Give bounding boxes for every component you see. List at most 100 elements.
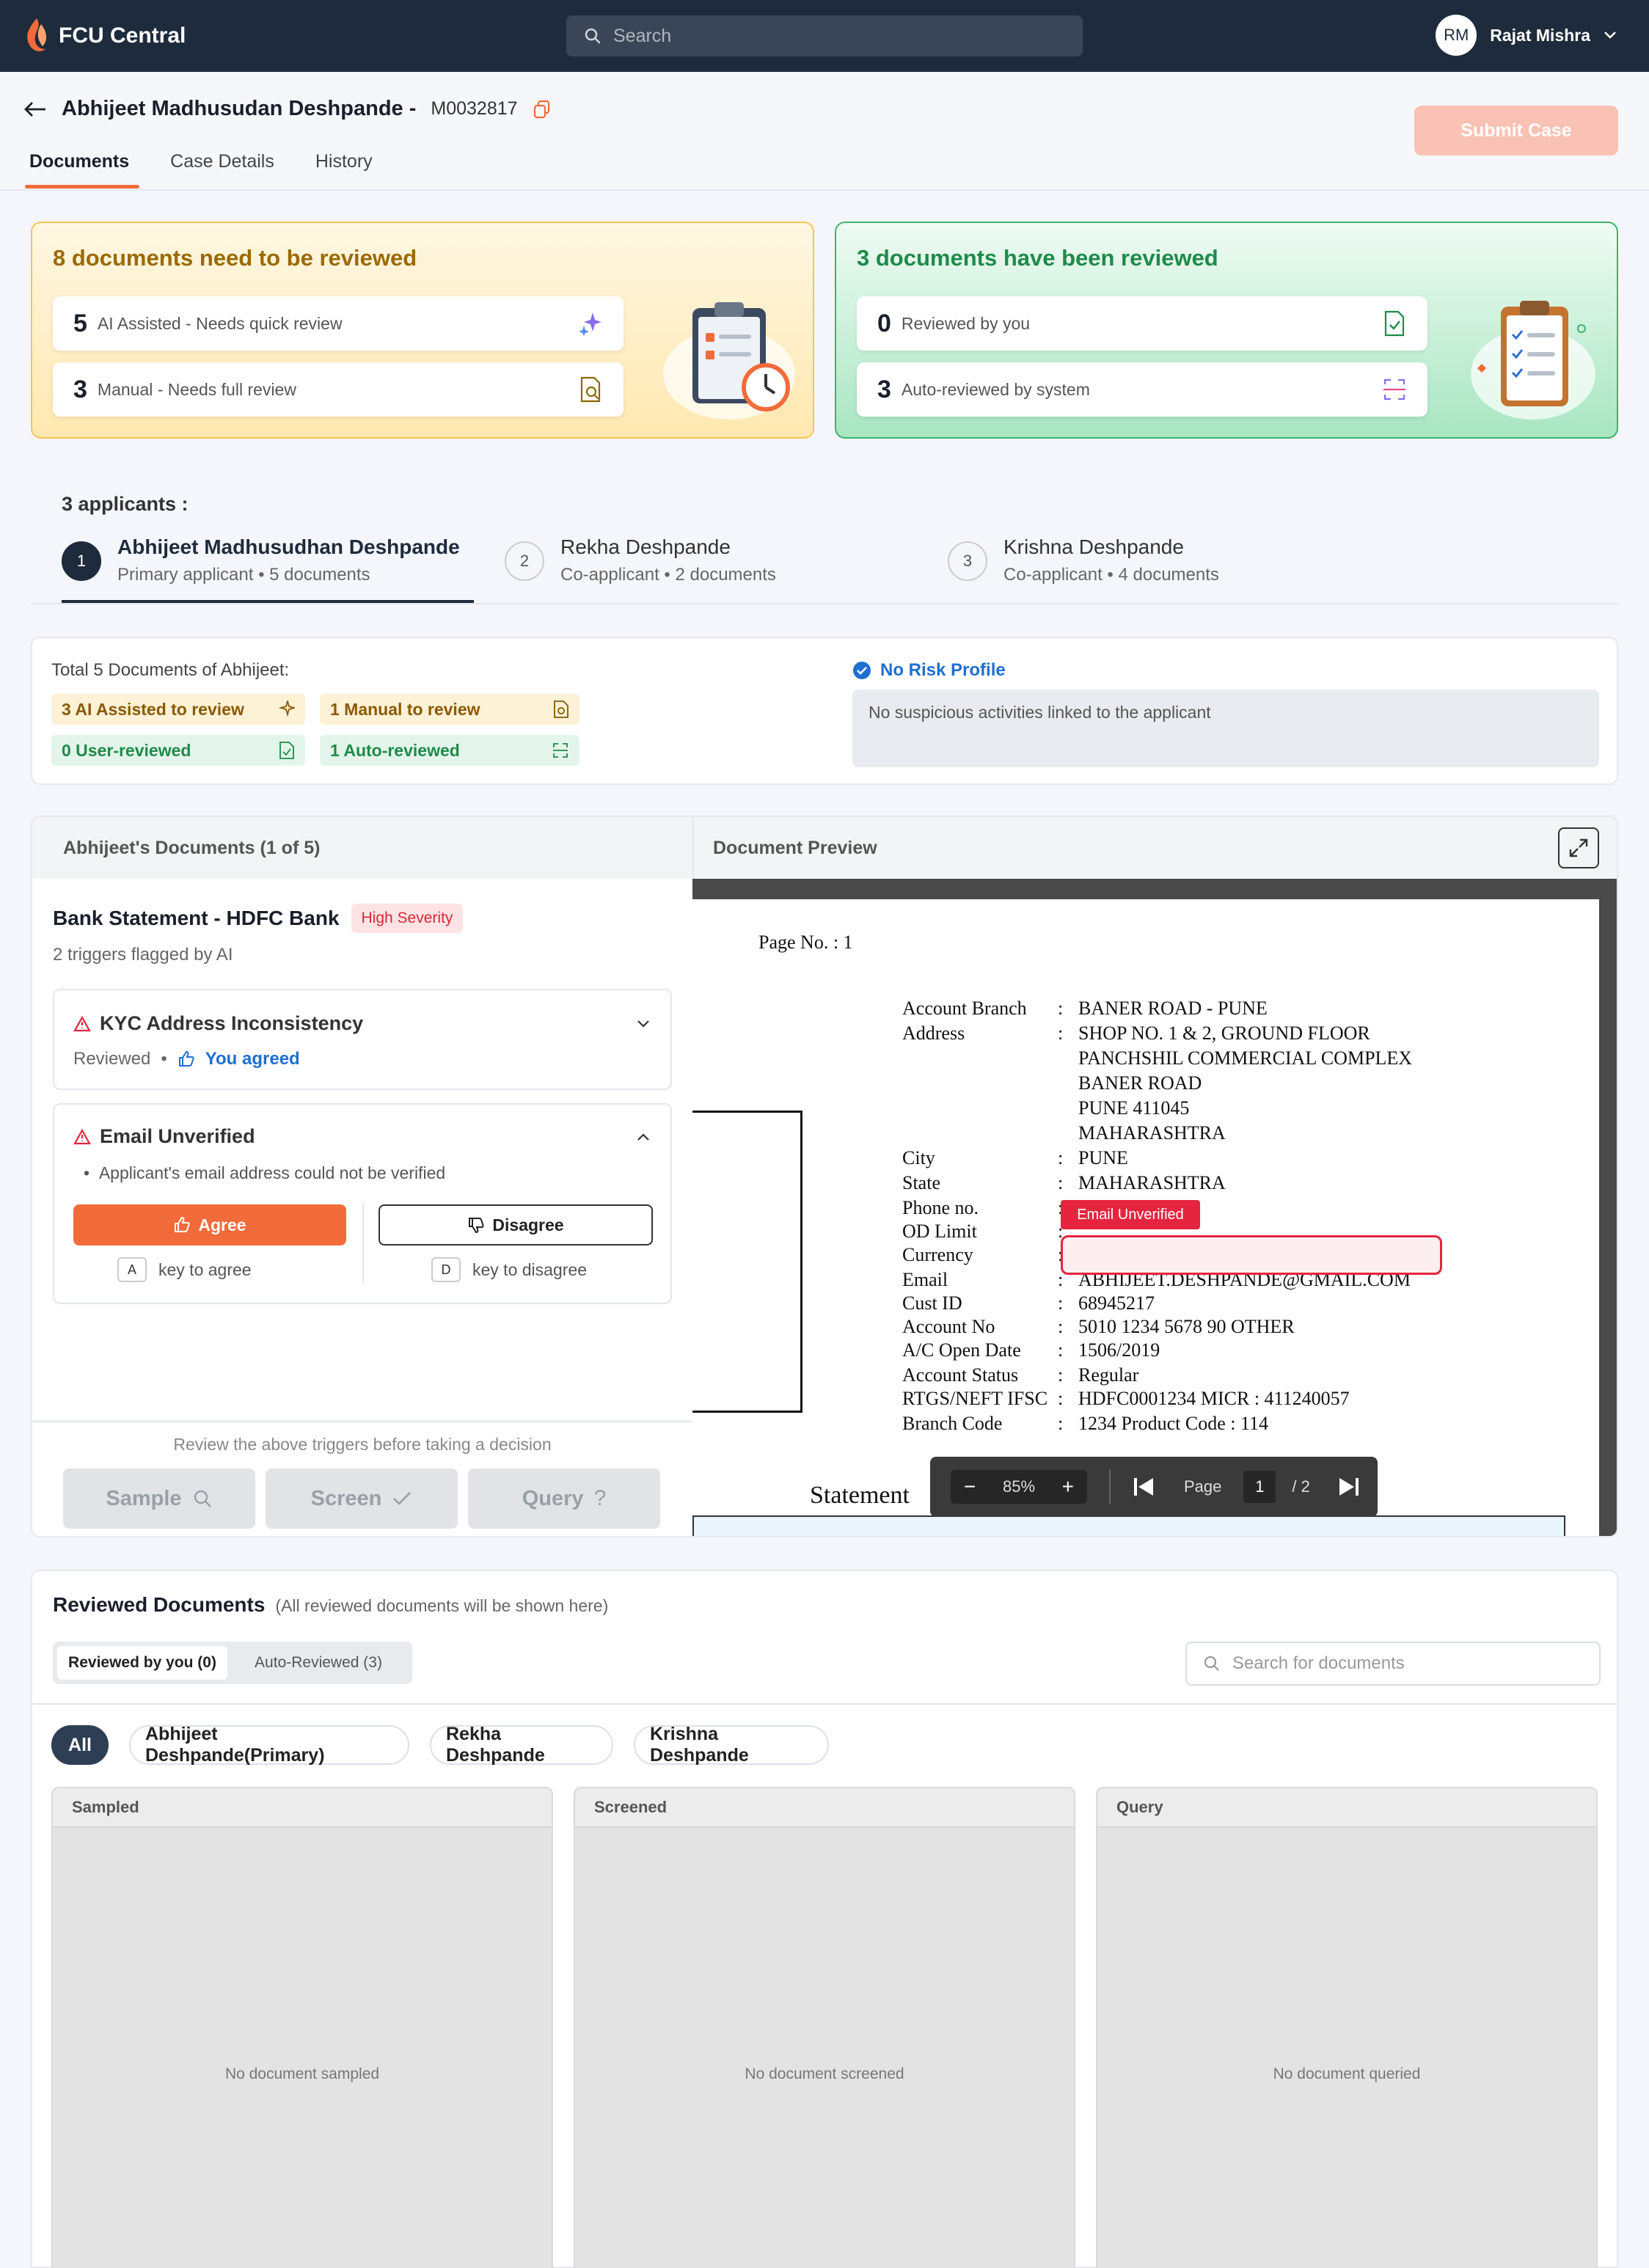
empty-state: No document queried xyxy=(1273,2066,1421,2082)
user-reviewed-chip[interactable]: 0 User-reviewed xyxy=(51,735,305,766)
auto-reviewed-label: Auto-reviewed by system xyxy=(901,379,1090,399)
flame-logo-icon xyxy=(22,17,51,55)
filter-abhijeet[interactable]: Abhijeet Deshpande(Primary) xyxy=(129,1724,409,1766)
total-docs-label: Total 5 Documents of Abhijeet: xyxy=(51,660,290,680)
column-title: Sampled xyxy=(53,1788,552,1828)
case-id: M0032817 xyxy=(431,98,518,119)
statement-heading: Statement xyxy=(810,1482,910,1509)
thumbs-up-icon xyxy=(178,1050,195,1068)
scan-document-icon xyxy=(1382,377,1407,402)
statement-field: Account Branch: BANER ROAD - PUNE xyxy=(902,998,1268,1019)
screen-button[interactable]: Screen xyxy=(266,1468,458,1529)
filter-rekha[interactable]: Rekha Deshpande xyxy=(430,1724,613,1766)
decision-divider xyxy=(32,1420,692,1423)
auto-reviewed-row[interactable]: 3 Auto-reviewed by system xyxy=(857,362,1427,417)
disagree-button[interactable]: Disagree xyxy=(379,1204,653,1245)
statement-field: Currency: xyxy=(902,1244,1063,1265)
applicant-tab-1[interactable]: 1 Abhijeet Madhusudhan Deshpande Primary … xyxy=(62,535,460,585)
manual-chip[interactable]: 1 Manual to review xyxy=(320,694,579,725)
global-search[interactable]: Search xyxy=(566,15,1083,56)
empty-state: No document screened xyxy=(745,2066,904,2082)
to-review-title: 8 documents need to be reviewed xyxy=(53,245,417,271)
statement-field: BANER ROAD xyxy=(1078,1072,1202,1094)
applicant-sub: Primary applicant • 5 documents xyxy=(117,565,370,585)
statement-field: State: MAHARASHTRA xyxy=(902,1172,1226,1193)
statement-field: PANCHSHIL COMMERCIAL COMPLEX xyxy=(1078,1047,1413,1069)
filter-all[interactable]: All xyxy=(51,1725,109,1765)
filter-krishna[interactable]: Krishna Deshpande xyxy=(634,1724,829,1766)
to-review-card: 8 documents need to be reviewed 5 AI Ass… xyxy=(31,222,814,439)
document-preview-header: Document Preview xyxy=(692,817,1617,879)
ai-assisted-chip[interactable]: 3 AI Assisted to review xyxy=(51,694,305,725)
tab-documents[interactable]: Documents xyxy=(24,151,140,189)
last-page-icon[interactable] xyxy=(1338,1477,1360,1497)
seg-auto-reviewed[interactable]: Auto-Reviewed (3) xyxy=(229,1646,408,1680)
agree-button[interactable]: Agree xyxy=(73,1204,346,1245)
email-highlight[interactable] xyxy=(1061,1235,1442,1275)
search-icon xyxy=(192,1488,213,1509)
zoom-in-icon[interactable]: + xyxy=(1062,1475,1074,1499)
applicant-number: 3 xyxy=(948,541,987,581)
query-button[interactable]: Query? xyxy=(468,1468,660,1529)
key-d: D xyxy=(431,1257,461,1282)
applicant-summary: Total 5 Documents of Abhijeet: 3 AI Assi… xyxy=(31,637,1618,785)
query-column: Query No document queried xyxy=(1096,1787,1598,2268)
page-label: Page xyxy=(1184,1477,1222,1496)
trigger-email-unverified[interactable]: Email Unverified • Applicant's email add… xyxy=(53,1103,672,1304)
copy-icon[interactable] xyxy=(533,100,552,119)
first-page-icon[interactable] xyxy=(1133,1477,1155,1497)
reviewed-by-you-label: Reviewed by you xyxy=(901,313,1031,333)
documents-panel: Abhijeet's Documents (1 of 5) Document P… xyxy=(31,816,1618,1537)
document-title: Bank Statement - HDFC Bank xyxy=(53,907,340,929)
auto-reviewed-chip[interactable]: 1 Auto-reviewed xyxy=(320,735,579,766)
avatar: RM xyxy=(1436,15,1477,56)
statement-field: Cust ID:68945217 xyxy=(902,1292,1155,1314)
applicant-tab-3[interactable]: 3 Krishna Deshpande Co-applicant • 4 docu… xyxy=(948,535,1219,585)
applicant-number: 1 xyxy=(62,541,101,581)
transactions-table-header xyxy=(692,1515,1565,1536)
chevron-down-icon[interactable] xyxy=(637,1020,650,1028)
manual-row[interactable]: 3 Manual - Needs full review xyxy=(53,362,624,417)
sample-button[interactable]: Sample xyxy=(63,1468,255,1529)
document-search-icon xyxy=(553,700,569,719)
user-name: Rajat Mishra xyxy=(1490,25,1590,45)
scan-document-icon xyxy=(552,742,569,759)
page-number-input[interactable]: 1 xyxy=(1243,1471,1276,1503)
expand-icon[interactable] xyxy=(1558,827,1599,868)
ai-assisted-count: 5 xyxy=(73,309,87,337)
applicant-sub: Co-applicant • 2 documents xyxy=(560,565,776,585)
applicant-tab-2[interactable]: 2 Rekha Deshpande Co-applicant • 2 docume… xyxy=(505,535,776,585)
user-menu[interactable]: RM Rajat Mishra xyxy=(1436,15,1617,56)
applicants-divider xyxy=(31,603,1618,604)
chevron-up-icon[interactable] xyxy=(637,1133,650,1141)
back-arrow-icon[interactable] xyxy=(23,100,47,118)
applicant-number: 2 xyxy=(505,541,544,581)
document-check-icon xyxy=(1383,310,1407,337)
thumbs-down-icon xyxy=(467,1216,485,1234)
applicants-label: 3 applicants : xyxy=(62,493,189,515)
reviewed-segmented-control: Reviewed by you (0) Auto-Reviewed (3) xyxy=(53,1642,412,1684)
risk-profile-text: No suspicious activities linked to the a… xyxy=(852,689,1599,767)
screened-column: Screened No document screened xyxy=(574,1787,1075,2268)
brand[interactable]: FCU Central xyxy=(22,17,186,55)
ai-assisted-row[interactable]: 5 AI Assisted - Needs quick review xyxy=(53,296,624,351)
decision-hint: Review the above triggers before taking … xyxy=(173,1435,552,1454)
trigger-decision: You agreed xyxy=(205,1049,300,1069)
tab-case-details[interactable]: Case Details xyxy=(170,151,274,189)
ai-assisted-label: AI Assisted - Needs quick review xyxy=(97,313,343,333)
trigger-kyc-address[interactable]: KYC Address Inconsistency Reviewed • You… xyxy=(53,989,672,1090)
reviewed-by-you-row[interactable]: 0 Reviewed by you xyxy=(857,296,1427,351)
documents-list-header: Abhijeet's Documents (1 of 5) xyxy=(32,817,692,879)
seg-reviewed-by-you[interactable]: Reviewed by you (0) xyxy=(57,1646,227,1680)
documents-search-placeholder: Search for documents xyxy=(1232,1653,1405,1673)
documents-search-input[interactable]: Search for documents xyxy=(1185,1642,1601,1686)
tab-history[interactable]: History xyxy=(315,151,373,189)
submit-case-button[interactable]: Submit Case xyxy=(1414,106,1618,156)
zoom-out-icon[interactable]: − xyxy=(964,1475,976,1499)
applicant-name: Krishna Deshpande xyxy=(1003,535,1184,558)
trigger-detail: • Applicant's email address could not be… xyxy=(84,1163,446,1182)
reviewed-docs-subtitle: (All reviewed documents will be shown he… xyxy=(275,1596,609,1615)
search-icon xyxy=(1203,1655,1221,1672)
checklist-illustration xyxy=(1460,293,1606,425)
document-preview[interactable]: Page No. : 1 Account Branch: BANER ROAD -… xyxy=(692,879,1617,1536)
